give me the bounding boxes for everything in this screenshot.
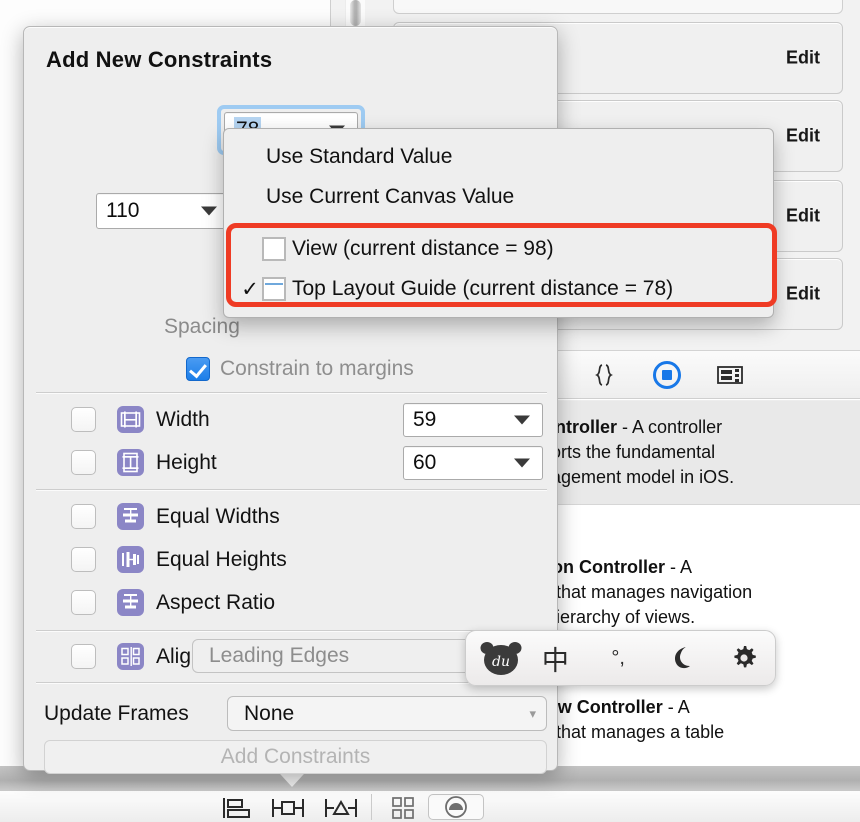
code-snippet-icon[interactable]	[589, 360, 619, 390]
aspect-ratio-icon	[117, 589, 144, 616]
align-icon	[117, 643, 144, 670]
row-width[interactable]: Width 59	[24, 398, 559, 441]
menu-item-label: Top Layout Guide (current distance = 78)	[292, 277, 674, 300]
divider	[36, 392, 547, 393]
menu-item-use-standard-value[interactable]: Use Standard Value	[224, 137, 775, 177]
equal-widths-checkbox[interactable]	[71, 504, 96, 529]
row-aspect-ratio[interactable]: Aspect Ratio	[24, 581, 559, 624]
svg-text:du: du	[492, 654, 510, 670]
width-value-combobox[interactable]: 59	[403, 402, 543, 437]
align-tool-icon[interactable]	[215, 796, 257, 820]
media-library-icon[interactable]	[715, 360, 745, 390]
screen: idth >= 59 Edit Edit Edit Edit	[0, 0, 860, 822]
row-label: Aspect Ratio	[156, 590, 276, 614]
divider	[36, 489, 547, 490]
edit-button[interactable]: Edit	[786, 206, 820, 227]
width-value: 59	[413, 407, 437, 431]
top-layout-guide-icon	[262, 277, 286, 301]
page-title: Add New Constraints	[46, 47, 273, 72]
row-label: Height	[156, 450, 217, 474]
gear-icon[interactable]	[712, 644, 775, 672]
constrain-to-margins-checkbox[interactable]	[186, 357, 210, 381]
height-checkbox[interactable]	[71, 450, 96, 475]
row-label: Equal Heights	[156, 547, 287, 571]
spacing-label: Spacing	[164, 315, 240, 338]
row-height[interactable]: Height 60	[24, 441, 559, 484]
left-spacing-combobox[interactable]: 110	[96, 193, 230, 229]
list-item[interactable]: ation Controller - A ler that manages na…	[531, 541, 860, 644]
row-label: Equal Widths	[156, 504, 280, 528]
row-equal-heights[interactable]: Equal Heights	[24, 538, 559, 581]
pin-tool-icon[interactable]	[267, 796, 309, 820]
chevron-down-icon[interactable]: ▾	[529, 706, 536, 722]
equal-heights-checkbox[interactable]	[71, 547, 96, 572]
menu-item-label: Use Current Canvas Value	[266, 185, 515, 208]
aspect-ratio-checkbox[interactable]	[71, 590, 96, 615]
library-filter-bar	[547, 351, 860, 399]
height-value-combobox[interactable]: 60	[403, 445, 543, 480]
height-value: 60	[413, 450, 437, 474]
constraint-row[interactable]	[393, 0, 843, 14]
align-value: Leading Edges	[209, 644, 350, 667]
input-method-toolbar: du 中 °,	[465, 630, 776, 686]
align-checkbox[interactable]	[71, 644, 96, 669]
embed-in-icon	[445, 796, 467, 818]
edit-button[interactable]: Edit	[786, 48, 820, 69]
menu-item-label: Use Standard Value	[266, 145, 453, 168]
constrain-to-margins-row[interactable]: Constrain to margins	[186, 357, 414, 381]
row-equal-widths[interactable]: Equal Widths	[24, 495, 559, 538]
list-item[interactable]: Controller - A controller pports the fun…	[531, 400, 860, 505]
update-frames-label: Update Frames	[44, 702, 189, 725]
menu-item-label: View (current distance = 98)	[292, 237, 554, 260]
chevron-down-icon[interactable]	[514, 415, 530, 424]
width-checkbox[interactable]	[71, 407, 96, 432]
checkmark-icon: ✓	[241, 277, 259, 301]
chevron-down-icon[interactable]	[201, 206, 217, 216]
menu-divider	[232, 225, 767, 226]
menu-item-top-layout-guide[interactable]: ✓ Top Layout Guide (current distance = 7…	[224, 269, 775, 309]
view-square-icon	[262, 237, 286, 261]
height-constraint-icon	[117, 449, 144, 476]
edit-button[interactable]: Edit	[786, 126, 820, 147]
spacing-dropdown-menu: Use Standard Value Use Current Canvas Va…	[223, 128, 774, 318]
resolve-issues-icon[interactable]	[320, 796, 362, 820]
toolbar-divider	[371, 794, 372, 820]
update-frames-select[interactable]: None ▾	[227, 696, 547, 731]
width-constraint-icon	[117, 406, 144, 433]
embed-in-button[interactable]	[428, 794, 484, 820]
menu-item-view[interactable]: View (current distance = 98)	[224, 229, 775, 269]
row-label: Width	[156, 407, 210, 431]
object-library-panel: Controller - A controller pports the fun…	[531, 350, 860, 790]
constrain-to-margins-label: Constrain to margins	[220, 357, 414, 380]
left-spacing-value: 110	[106, 199, 140, 222]
equal-heights-icon	[117, 546, 144, 573]
menu-item-use-current-canvas-value[interactable]: Use Current Canvas Value	[224, 177, 775, 217]
moon-icon[interactable]	[650, 645, 713, 671]
auto-layout-toolbar	[0, 790, 860, 822]
ime-language-button[interactable]: 中	[524, 639, 587, 678]
add-constraints-button[interactable]: Add Constraints	[44, 740, 547, 774]
baidu-ime-logo-icon[interactable]: du	[478, 638, 524, 678]
equal-widths-icon	[117, 503, 144, 530]
grid-view-icon[interactable]	[382, 796, 424, 820]
list-item[interactable]: View Controller - A ler that manages a t…	[531, 681, 860, 759]
chevron-down-icon[interactable]	[514, 458, 530, 467]
edit-button[interactable]: Edit	[786, 284, 820, 305]
scrollbar-thumb[interactable]	[350, 0, 361, 26]
ime-punctuation-button[interactable]: °,	[587, 647, 650, 670]
object-library-icon[interactable]	[653, 360, 681, 389]
update-frames-value: None	[244, 701, 295, 725]
